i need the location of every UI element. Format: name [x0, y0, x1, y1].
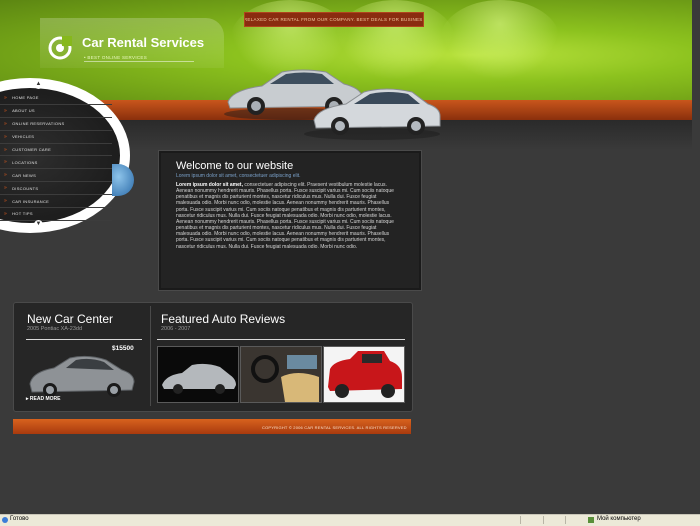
main-navigation: » HOME PAGE » ABOUT US » ONLINE RESERVATION… — [0, 92, 112, 221]
divider — [26, 339, 142, 340]
bullet-icon: » — [4, 107, 8, 114]
nav-item-hot-tips[interactable]: » HOT TIPS — [0, 208, 112, 221]
bullet-icon: » — [4, 198, 8, 205]
nav-item-vehicles[interactable]: » VEHICLES — [0, 131, 112, 144]
new-car-center-title: New Car Center — [27, 312, 114, 326]
status-cell — [520, 516, 543, 524]
status-text: Готово — [10, 516, 29, 522]
nav-item-about[interactable]: » ABOUT US — [0, 105, 112, 118]
nav-item-reservations[interactable]: » ONLINE RESERVATIONS — [0, 118, 112, 131]
nav-item-locations[interactable]: » LOCATIONS — [0, 156, 112, 170]
new-car-center-subtitle: 2005 Pontiac XA-23dd — [27, 326, 83, 332]
bullet-icon: » — [4, 172, 8, 179]
nav-item-car-news[interactable]: » CAR NEWS — [0, 169, 112, 183]
bullet-icon: » — [4, 185, 8, 192]
logo-subtitle: • BEST ONLINE SERVICES — [84, 55, 148, 60]
nav-item-label: LOCATIONS — [12, 159, 38, 165]
spotlight — [440, 0, 560, 80]
computer-icon — [588, 517, 594, 523]
nav-item-customer-care[interactable]: » CUSTOMER CARE — [0, 144, 112, 157]
review-thumbnail[interactable] — [157, 346, 239, 403]
bullet-icon: » — [4, 120, 8, 127]
welcome-title: Welcome to our website — [176, 160, 294, 172]
browser-status-bar: Готово Мой компьютер — [0, 514, 700, 526]
welcome-subtitle: Lorem ipsum dolor sit amet, consectetuer… — [176, 173, 301, 179]
menu-knob — [112, 164, 134, 196]
logo-title[interactable]: Car Rental Services — [82, 35, 204, 50]
bullet-icon: » — [4, 94, 8, 101]
logo-icon — [48, 36, 72, 60]
nav-item-label: CUSTOMER CARE — [12, 147, 52, 152]
read-more-label: READ MORE — [29, 396, 61, 402]
bullet-icon: » — [4, 146, 8, 153]
featured-reviews-title: Featured Auto Reviews — [161, 312, 286, 326]
status-cell — [565, 516, 588, 524]
review-thumbnail[interactable] — [240, 346, 322, 403]
bullet-icon: » — [4, 159, 8, 166]
chevron-down-icon[interactable]: ▼ — [34, 220, 43, 229]
review-thumbnail[interactable] — [323, 346, 405, 403]
nav-item-label: DISCOUNTS — [12, 185, 39, 191]
nav-item-home[interactable]: » HOME PAGE — [0, 92, 112, 105]
welcome-lead: Lorem ipsum dolor sit amet, — [176, 182, 243, 188]
header-cars-image — [224, 69, 441, 140]
divider — [150, 306, 151, 406]
nav-item-label: CAR NEWS — [12, 172, 37, 178]
page: ENJOY RELAXED CAR RENTAL FROM OUR COMPAN… — [0, 0, 700, 514]
bullet-icon: » — [4, 210, 8, 217]
status-cells — [520, 516, 588, 524]
read-more-link[interactable]: ▸ READ MORE — [26, 396, 60, 402]
featured-reviews-subtitle: 2006 - 2007 — [161, 326, 191, 332]
welcome-body: Lorem ipsum dolor sit amet, consectetuer… — [176, 182, 394, 250]
new-car-image[interactable] — [26, 350, 138, 400]
bullet-icon: » — [4, 133, 8, 140]
divider — [84, 61, 194, 62]
status-cell — [542, 516, 566, 524]
welcome-text: consectetuer adipiscing elit. Praesent v… — [176, 182, 394, 250]
nav-item-label: HOT TIPS — [12, 211, 33, 217]
page-icon — [2, 517, 8, 523]
nav-item-label: CAR INSURANCE — [12, 198, 50, 204]
divider — [157, 339, 405, 340]
nav-item-label: ABOUT US — [12, 108, 35, 114]
nav-item-label: ONLINE RESERVATIONS — [12, 121, 65, 127]
copyright-text: COPYRIGHT © 2006 CAR RENTAL SERVICES. AL… — [262, 425, 407, 430]
chevron-up-icon[interactable]: ▲ — [34, 80, 43, 89]
nav-item-label: VEHICLES — [12, 134, 35, 140]
top-announcement-bar: ENJOY RELAXED CAR RENTAL FROM OUR COMPAN… — [244, 12, 424, 27]
nav-item-discounts[interactable]: » DISCOUNTS — [0, 182, 112, 196]
nav-item-insurance[interactable]: » CAR INSURANCE — [0, 195, 112, 209]
security-zone: Мой компьютер — [597, 516, 641, 522]
nav-item-label: HOME PAGE — [12, 95, 39, 101]
